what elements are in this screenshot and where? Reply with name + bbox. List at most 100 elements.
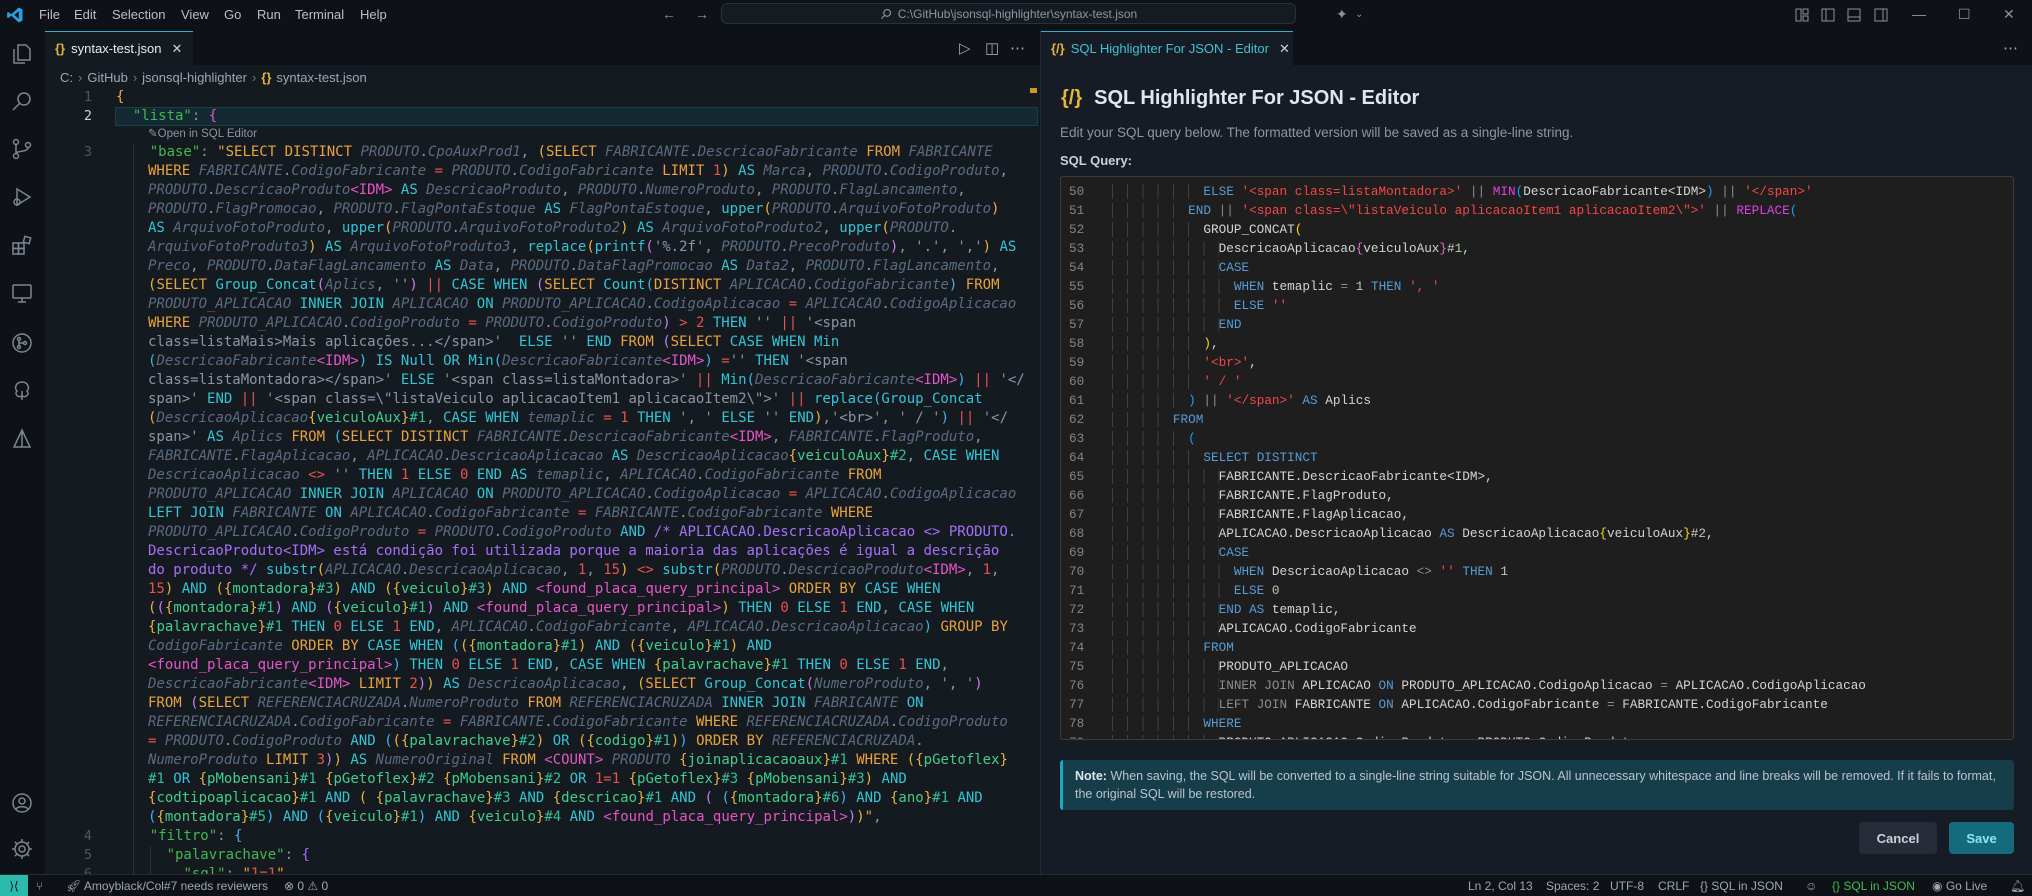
breadcrumb-item[interactable]: C: [60,70,73,85]
line-text: INNER JOIN APLICACAO ON PRODUTO_APLICACA… [1112,676,1866,695]
code-token: #1 [409,600,427,616]
line-text: WHEN temaplic = 1 THEN ', ' [1112,277,1440,296]
code-line: 6 "sql": "1=1" [45,865,1040,874]
code-token: END [1218,602,1242,617]
menu-selection[interactable]: Selection [112,7,165,22]
line-text: END AS temaplic, [1112,600,1340,619]
copilot-icon[interactable]: ☺ [1805,879,1817,893]
remote-explorer-icon[interactable] [10,281,34,305]
line-number: 75 [1069,659,1085,674]
encoding[interactable]: UTF-8 [1610,879,1644,893]
code-token: = [259,866,268,874]
tab-syntax-test-json[interactable]: {} syntax-test.json ✕ [45,31,193,65]
code-token: { [308,410,317,426]
cursor-position[interactable]: Ln 2, Col 13 [1468,879,1533,893]
remote-indicator-icon[interactable]: ⟩⟨ [0,875,28,896]
git-graph-icon[interactable] [10,331,34,355]
menu-view[interactable]: View [181,7,209,22]
code-token: ArquivoFotoProduto3 [350,239,511,255]
minimize-icon[interactable]: — [1912,6,1926,22]
extensions-icon[interactable] [10,233,34,257]
forward-arrow-icon[interactable]: → [695,6,709,22]
menu-run[interactable]: Run [257,7,281,22]
code-token: , [923,676,941,692]
code-token: , [788,258,806,274]
code-token: FABRICANTE [232,505,317,521]
branch-icon[interactable]: ⑂ [36,879,43,893]
toggle-primary-sidebar-icon[interactable] [1821,8,1835,22]
code-token: AND [502,581,528,597]
description: Edit your SQL query below. The formatted… [1060,125,1574,140]
sql-in-json-extension-status[interactable]: {} SQL in JSON [1832,879,1915,893]
code-token: . [679,505,688,521]
sql-icon[interactable] [10,427,34,451]
cancel-button[interactable]: Cancel [1859,822,1937,854]
indentation[interactable]: Spaces: 2 [1546,879,1599,893]
sql-query-editor[interactable]: 50 ELSE '<span class=listaMontadora>' ||… [1060,176,2014,740]
pull-request-status[interactable]: 🚀︎ Amoyblack/Col#7 needs reviewers [66,879,268,893]
run-icon[interactable]: ▷ [959,39,971,57]
indent-guides [1112,507,1219,522]
chevron-down-icon[interactable]: ⌄ [1355,9,1363,20]
code-token: . [527,619,536,635]
code-token: { [746,771,756,787]
more-actions-icon[interactable]: ⋯ [1010,39,1025,57]
customize-layout-icon[interactable] [1795,8,1809,22]
breadcrumb-item[interactable]: jsonsql-highlighter [142,70,247,85]
breadcrumb-item[interactable]: syntax-test.json [276,70,366,85]
more-actions-icon[interactable]: ⋯ [2003,39,2018,57]
json-editor[interactable]: 1{2 "lista": {✎Open in SQL Editor 3 "base… [45,88,1040,874]
split-editor-icon[interactable]: ◫ [985,39,999,57]
code-token: DescricaoAplicacao [1462,526,1600,541]
code-token: { [208,108,218,124]
code-token: ) [847,809,857,825]
maximize-icon[interactable]: ☐ [1958,6,1971,23]
menu-go[interactable]: Go [224,7,241,22]
breadcrumb-item[interactable]: GitHub [87,70,127,85]
account-icon[interactable] [10,791,34,815]
code-line: 68 APLICACAO.DescricaoAplicacao AS Descr… [1061,524,2013,543]
toggle-panel-icon[interactable] [1847,8,1861,22]
copilot-chat-icon[interactable]: ✦ [1336,6,1348,23]
search-icon[interactable] [10,89,34,113]
toggle-secondary-sidebar-icon[interactable] [1874,8,1888,22]
close-tab-icon[interactable]: ✕ [1279,41,1290,57]
line-number: 1 [83,89,92,105]
tree-icon[interactable] [10,379,34,403]
line-ending[interactable]: CRLF [1658,879,1689,893]
problems-status[interactable]: ⊗ 0 ⚠ 0 [284,879,328,893]
explorer-icon[interactable] [10,42,34,66]
back-arrow-icon[interactable]: ← [662,6,676,22]
code-token: OR [443,353,460,369]
code-token: , [957,182,966,198]
code-token: ' [392,277,401,293]
menu-help[interactable]: Help [360,7,387,22]
go-live-button[interactable]: ◉ Go Live [1932,879,1987,893]
code-token: . [1744,678,1752,693]
close-window-icon[interactable]: ✕ [2003,6,2015,23]
code-token: REFERENCIACRUZADA [569,695,713,711]
code-token: LEFT [148,505,182,521]
code-token: ) [426,676,435,692]
run-debug-icon[interactable] [10,185,34,209]
source-control-icon[interactable] [10,137,34,161]
code-token: ) [308,239,317,255]
tab-sql-highlighter[interactable]: {/} SQL Highlighter For JSON - Editor ✕ [1041,31,1293,65]
save-button[interactable]: Save [1949,822,2014,854]
open-in-sql-editor-codelens[interactable]: ✎Open in SQL Editor [45,126,1040,143]
menu-file[interactable]: File [39,7,60,22]
code-token: APLICACAO [350,505,427,521]
code-token: upper [839,220,882,236]
language-mode[interactable]: {} SQL in JSON [1700,879,1783,893]
notifications-bell-icon[interactable]: 🔔︎ [2010,879,2025,893]
code-token: #3 [493,790,511,806]
menu-terminal[interactable]: Terminal [295,7,344,22]
command-center-search[interactable]: C:\GitHub\jsonsql-highlighter\syntax-tes… [721,3,1296,24]
menu-edit[interactable]: Edit [74,7,96,22]
code-token: veiculo [333,809,393,825]
settings-gear-icon[interactable] [10,837,34,861]
close-tab-icon[interactable]: ✕ [171,41,182,57]
